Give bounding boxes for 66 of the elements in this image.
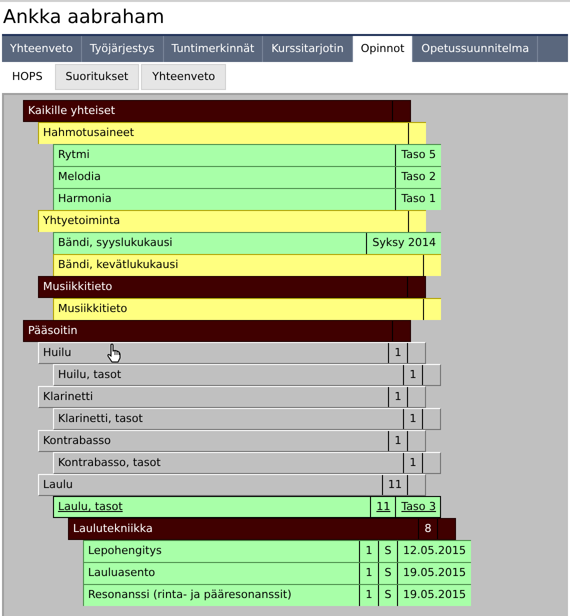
nav-tab[interactable]: Opinnot — [352, 36, 414, 62]
row-value: 1 — [388, 431, 407, 451]
row-label: Huilu — [42, 345, 72, 361]
row-label: Laulu, tasot — [57, 499, 124, 515]
row-label: Kontrabasso — [42, 433, 112, 449]
row-label: Musiikkitieto — [57, 301, 128, 317]
nav-tab[interactable]: Yhteenveto — [2, 36, 82, 62]
completed-row[interactable]: Laulu, tasot 11 Taso 3 — [53, 496, 441, 518]
row-label: Kontrabasso, tasot — [57, 455, 162, 471]
group-row[interactable]: Pääsoitin — [23, 320, 411, 342]
nav-tab[interactable]: Opetussuunnitelma — [413, 36, 538, 62]
row-label: Melodia — [57, 169, 102, 185]
completed-row[interactable]: Lepohengitys 1 S 12.05.2015 — [83, 540, 471, 562]
group-row[interactable]: Kaikille yhteiset — [23, 100, 411, 122]
course-row[interactable]: Kontrabasso 1 — [38, 430, 426, 452]
course-row[interactable]: Klarinetti, tasot 1 — [53, 408, 441, 430]
course-row[interactable]: Kontrabasso, tasot 1 — [53, 452, 441, 474]
row-label: Klarinetti — [42, 389, 94, 405]
group-row[interactable]: Laulutekniikka 8 — [68, 518, 456, 540]
sub-tab[interactable]: Yhteenveto — [141, 64, 226, 90]
completed-row[interactable]: Lauluasento 1 S 19.05.2015 — [83, 562, 471, 584]
row-label: Laulu — [42, 477, 74, 493]
planned-row[interactable]: Hahmotusaineet — [38, 122, 426, 144]
completed-row[interactable]: Melodia Taso 2 — [53, 166, 441, 188]
row-value: 8 — [418, 519, 437, 539]
row-label: Klarinetti, tasot — [57, 411, 144, 427]
row-value: 1 — [359, 585, 378, 606]
row-value: 19.05.2015 — [397, 585, 471, 606]
page-title: Ankka aabraham — [2, 5, 166, 30]
planned-row[interactable]: Bändi, kevätlukukausi — [53, 254, 441, 276]
row-value: 1 — [403, 365, 422, 385]
completed-row[interactable]: Rytmi Taso 5 — [53, 144, 441, 166]
nav-tab[interactable]: Tuntimerkinnät — [164, 36, 264, 62]
row-value: 11 — [382, 475, 407, 495]
completed-row[interactable]: Harmonia Taso 1 — [53, 188, 441, 210]
sub-tab[interactable]: Suoritukset — [54, 64, 140, 90]
row-label: Lepohengitys — [87, 543, 163, 559]
group-row[interactable]: Musiikkitieto — [38, 276, 426, 298]
row-label: Laulutekniikka — [72, 521, 154, 537]
row-label: Huilu, tasot — [57, 367, 122, 383]
row-value: S — [378, 585, 398, 606]
course-row[interactable]: Huilu 1 — [38, 342, 426, 364]
row-value: 1 — [388, 343, 407, 363]
course-row[interactable]: Laulu 11 — [38, 474, 426, 496]
hand-cursor-icon — [106, 343, 122, 363]
completed-row[interactable]: Bändi, syyslukukausi Syksy 2014 — [53, 232, 441, 254]
row-value: 1 — [403, 453, 422, 473]
row-label: Musiikkitieto — [42, 279, 114, 295]
row-value: 1 — [403, 409, 422, 429]
completed-row[interactable]: Resonanssi (rinta- ja pääresonanssit) 1 S 19.05.2015 — [83, 584, 471, 606]
course-row[interactable]: Huilu, tasot 1 — [53, 364, 441, 386]
planned-row[interactable]: Musiikkitieto — [53, 298, 441, 320]
row-label: Harmonia — [57, 191, 113, 207]
row-label: Yhtyetoiminta — [42, 213, 122, 229]
row-label: Pääsoitin — [27, 323, 78, 339]
row-label: Bändi, syyslukukausi — [57, 235, 174, 251]
course-row[interactable]: Klarinetti 1 — [38, 386, 426, 408]
row-label: Hahmotusaineet — [42, 125, 136, 141]
planned-row[interactable]: Yhtyetoiminta — [38, 210, 426, 232]
row-label: Rytmi — [57, 147, 91, 163]
row-label: Lauluasento — [87, 565, 156, 581]
row-label: Bändi, kevätlukukausi — [57, 257, 180, 273]
row-value: 1 — [388, 387, 407, 407]
row-label: Kaikille yhteiset — [27, 103, 116, 119]
nav-tab[interactable]: Työjärjestys — [82, 36, 164, 62]
row-label: Resonanssi (rinta- ja pääresonanssit) — [87, 587, 293, 603]
